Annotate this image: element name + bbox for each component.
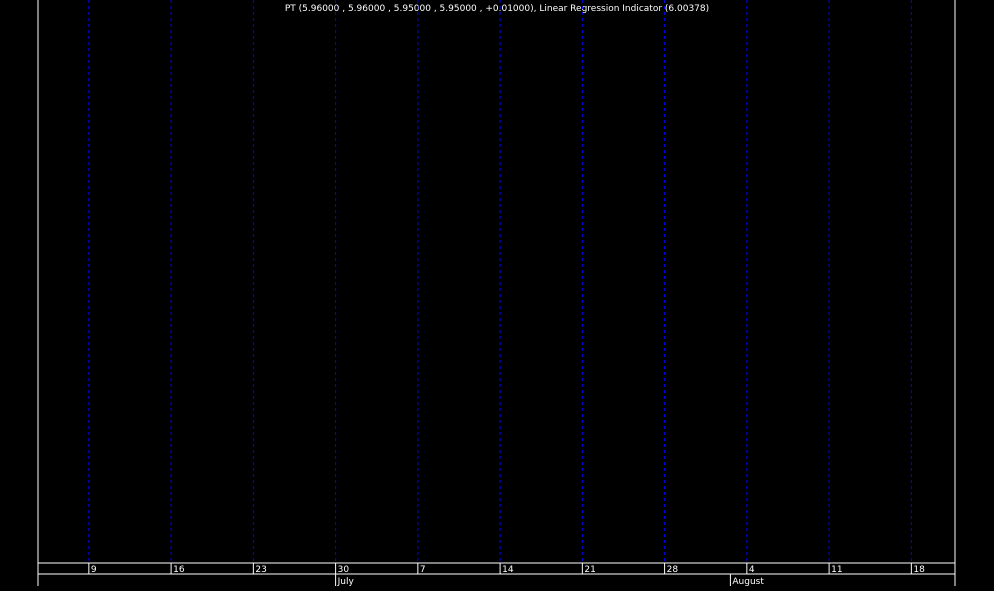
chart-title: PT (5.96000 , 5.96000 , 5.95000 , 5.9500… <box>285 4 709 14</box>
price-chart: PT (5.96000 , 5.96000 , 5.95000 , 5.9500… <box>0 0 994 587</box>
x-tick-label: 30 <box>338 565 350 575</box>
chart-svg: PT (5.96000 , 5.96000 , 5.95000 , 5.9500… <box>37 0 956 587</box>
x-tick-label: 9 <box>91 565 97 575</box>
x-tick-label: 28 <box>667 565 679 575</box>
x-tick-label: 4 <box>749 565 755 575</box>
x-tick-label: 14 <box>502 565 514 575</box>
month-label: July <box>337 577 355 586</box>
month-label: August <box>732 577 764 586</box>
x-tick-label: 16 <box>173 565 185 575</box>
x-tick-label: 21 <box>584 565 595 575</box>
x-tick-label: 11 <box>831 565 842 575</box>
x-tick-label: 23 <box>255 565 266 575</box>
x-tick-label: 7 <box>420 565 426 575</box>
x-tick-label: 18 <box>913 565 925 575</box>
